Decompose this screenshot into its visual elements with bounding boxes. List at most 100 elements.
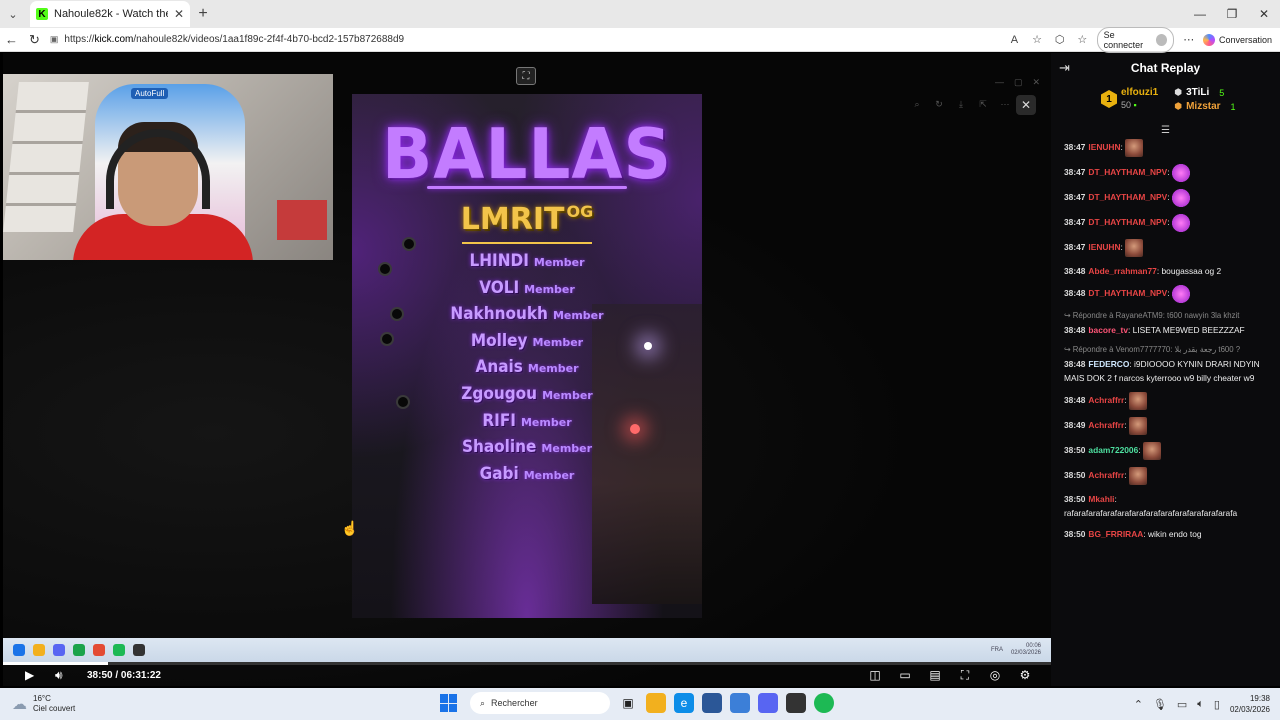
chat-message: 38:47 IENUHN: xyxy=(1064,139,1270,157)
play-icon[interactable]: ▶ xyxy=(25,668,41,682)
message-username[interactable]: Mkahli xyxy=(1088,494,1114,504)
network-icon[interactable]: ▭ xyxy=(1177,698,1187,711)
taskbar-search[interactable]: ⌕ Rechercher xyxy=(470,692,610,714)
minimize-icon[interactable]: — xyxy=(1184,0,1216,28)
weather-condition: Ciel couvert xyxy=(33,704,76,713)
stream-window-controls: — ▢ ✕ xyxy=(995,77,1040,88)
extensions-icon[interactable]: ⬡ xyxy=(1051,33,1068,46)
volume-icon[interactable]: 🔊︎ xyxy=(55,668,71,683)
ballas-poster: BALLAS LMRIT OG LHINDI Member VOLI Member N… xyxy=(352,94,702,618)
weather-widget[interactable]: ☁ 16°C Ciel couvert xyxy=(0,694,200,714)
collapse-chat-icon[interactable]: ⇥ xyxy=(1059,60,1079,76)
edge-browser-icon[interactable]: e xyxy=(674,693,694,713)
message-username[interactable]: IENUHN xyxy=(1088,242,1120,252)
battery-icon[interactable]: ▯ xyxy=(1214,698,1220,711)
quality-icon[interactable]: ◎ xyxy=(987,667,1003,683)
message-username[interactable]: Achraffrr xyxy=(1088,470,1124,480)
chat-message: 38:50 Achraffrr: xyxy=(1064,467,1270,485)
message-username[interactable]: DT_HAYTHAM_NPV xyxy=(1088,167,1167,177)
more-menu-icon[interactable]: ⋯ xyxy=(1180,33,1197,46)
member-name: Shaoline xyxy=(461,437,537,458)
member-row: Nakhnoukh Member xyxy=(352,304,702,331)
copilot-conversation-button[interactable]: Conversation xyxy=(1203,33,1272,46)
message-username[interactable]: DT_HAYTHAM_NPV xyxy=(1088,217,1167,227)
member-row: LHINDI Member xyxy=(352,251,702,278)
message-username[interactable]: IENUHN xyxy=(1088,142,1120,152)
spotify-icon[interactable] xyxy=(814,693,834,713)
chat-replay-panel: ⇥ Chat Replay 1 elfouzi1 50 ▪ ⬢ 3TiLi 5 ⬢ M… xyxy=(1051,53,1280,686)
leaderboard-row[interactable]: ⬢ 3TiLi 5 xyxy=(1174,87,1235,98)
gift-leaderboard: 1 elfouzi1 50 ▪ ⬢ 3TiLi 5 ⬢ Mizstar 1 xyxy=(1051,83,1280,125)
tab-close-icon[interactable]: ✕ xyxy=(174,7,184,21)
leaderboard-row[interactable]: ⬢ Mizstar 1 xyxy=(1174,101,1235,112)
message-username[interactable]: DT_HAYTHAM_NPV xyxy=(1088,192,1167,202)
speaker-icon[interactable]: 🔈︎ xyxy=(1197,698,1204,711)
leaderboard-user: 3TiLi xyxy=(1186,87,1210,98)
refresh-icon[interactable]: ↻ xyxy=(23,28,46,52)
message-timestamp: 38:49 xyxy=(1064,420,1086,431)
stream-captured-taskbar: FRA 00:06 02/03/2026 xyxy=(3,638,1051,662)
message-username[interactable]: BG_FRRIRAA xyxy=(1088,529,1143,539)
captured-discord-icon xyxy=(53,644,65,656)
obs-icon[interactable] xyxy=(786,693,806,713)
store-icon[interactable] xyxy=(702,693,722,713)
message-username[interactable]: DT_HAYTHAM_NPV xyxy=(1088,288,1167,298)
message-username[interactable]: Achraffrr xyxy=(1088,420,1124,430)
site-info-icon[interactable]: ▣ xyxy=(50,34,59,45)
file-explorer-icon[interactable] xyxy=(646,693,666,713)
tab-list-chevron-icon[interactable]: ⌄ xyxy=(0,1,26,27)
member-name: Anais xyxy=(475,357,523,378)
message-username[interactable]: adam722006 xyxy=(1088,445,1138,455)
webcam-shelf xyxy=(3,82,89,232)
close-window-icon[interactable]: ✕ xyxy=(1248,0,1280,28)
captured-xbox-icon xyxy=(73,644,85,656)
webcam-background-boxes xyxy=(277,200,327,240)
fullscreen-icon[interactable]: ⛶ xyxy=(957,667,973,683)
mini-player-icon[interactable]: ▤ xyxy=(927,667,943,683)
tray-overflow-icon[interactable]: ⌃ xyxy=(1134,698,1143,711)
chat-filter-icon[interactable]: ☰ xyxy=(1051,125,1280,139)
browser-tab-active[interactable]: K Nahoule82k - Watch the VOD on K ✕ xyxy=(30,1,190,27)
message-username[interactable]: Achraffrr xyxy=(1088,395,1124,405)
chat-message: 38:48 Achraffrr: xyxy=(1064,392,1270,410)
chat-header: ⇥ Chat Replay xyxy=(1051,53,1280,83)
message-username[interactable]: Abde_rrahman77 xyxy=(1088,266,1156,276)
windows-start-icon[interactable] xyxy=(440,694,458,712)
mail-icon[interactable] xyxy=(730,693,750,713)
reply-arrow-icon: ↪ xyxy=(1064,311,1073,320)
window-controls: — ❐ ✕ xyxy=(1184,0,1280,28)
discord-icon[interactable] xyxy=(758,693,778,713)
leaderboard-first[interactable]: 1 elfouzi1 50 ▪ xyxy=(1101,87,1158,125)
task-view-icon[interactable]: ▣ xyxy=(618,693,638,713)
taskbar-clock[interactable]: 19:38 02/03/2026 xyxy=(1230,693,1270,715)
search-placeholder: Rechercher xyxy=(491,698,538,708)
microphone-icon[interactable]: 🎙︎ xyxy=(1153,698,1167,711)
message-timestamp: 38:48 xyxy=(1064,325,1086,335)
message-username[interactable]: FEDERCO xyxy=(1088,359,1129,369)
picture-in-picture-icon[interactable]: ◫ xyxy=(867,667,883,683)
member-role: Member xyxy=(533,256,585,269)
signin-button[interactable]: Se connecter xyxy=(1096,26,1175,53)
read-aloud-icon[interactable]: A xyxy=(1006,34,1023,46)
message-username[interactable]: bacore_tv xyxy=(1088,325,1128,335)
collections-icon[interactable]: ☆ xyxy=(1074,33,1091,46)
clock-time: 19:38 xyxy=(1249,694,1270,703)
maximize-icon[interactable]: ❐ xyxy=(1216,0,1248,28)
favorite-star-icon[interactable]: ☆ xyxy=(1029,33,1046,46)
message-timestamp: 38:48 xyxy=(1064,266,1086,276)
captured-folder-icon xyxy=(33,644,45,656)
address-bar: ← ↻ ▣ https://kick.com/nahoule82k/videos… xyxy=(0,26,1280,53)
theater-mode-icon[interactable]: ▭ xyxy=(897,667,913,683)
settings-gear-icon[interactable]: ⚙ xyxy=(1017,667,1033,683)
url-field[interactable]: ▣ https://kick.com/nahoule82k/videos/1aa… xyxy=(50,34,1006,45)
member-role: Member xyxy=(552,309,604,323)
profile-avatar-icon xyxy=(1156,33,1168,46)
member-row: VOLI Member xyxy=(352,278,702,305)
back-arrow-icon[interactable]: ← xyxy=(0,28,23,52)
streamer-webcam: AutoFull xyxy=(3,74,333,260)
kick-favicon-icon: K xyxy=(36,8,48,20)
message-timestamp: 38:47 xyxy=(1064,142,1086,153)
face-emote-icon xyxy=(1125,239,1144,257)
new-tab-button[interactable]: + xyxy=(190,5,216,23)
video-player[interactable]: AutoFull ⛶ BALLAS LMRIT OG LHINDI Member V… xyxy=(3,53,1051,686)
